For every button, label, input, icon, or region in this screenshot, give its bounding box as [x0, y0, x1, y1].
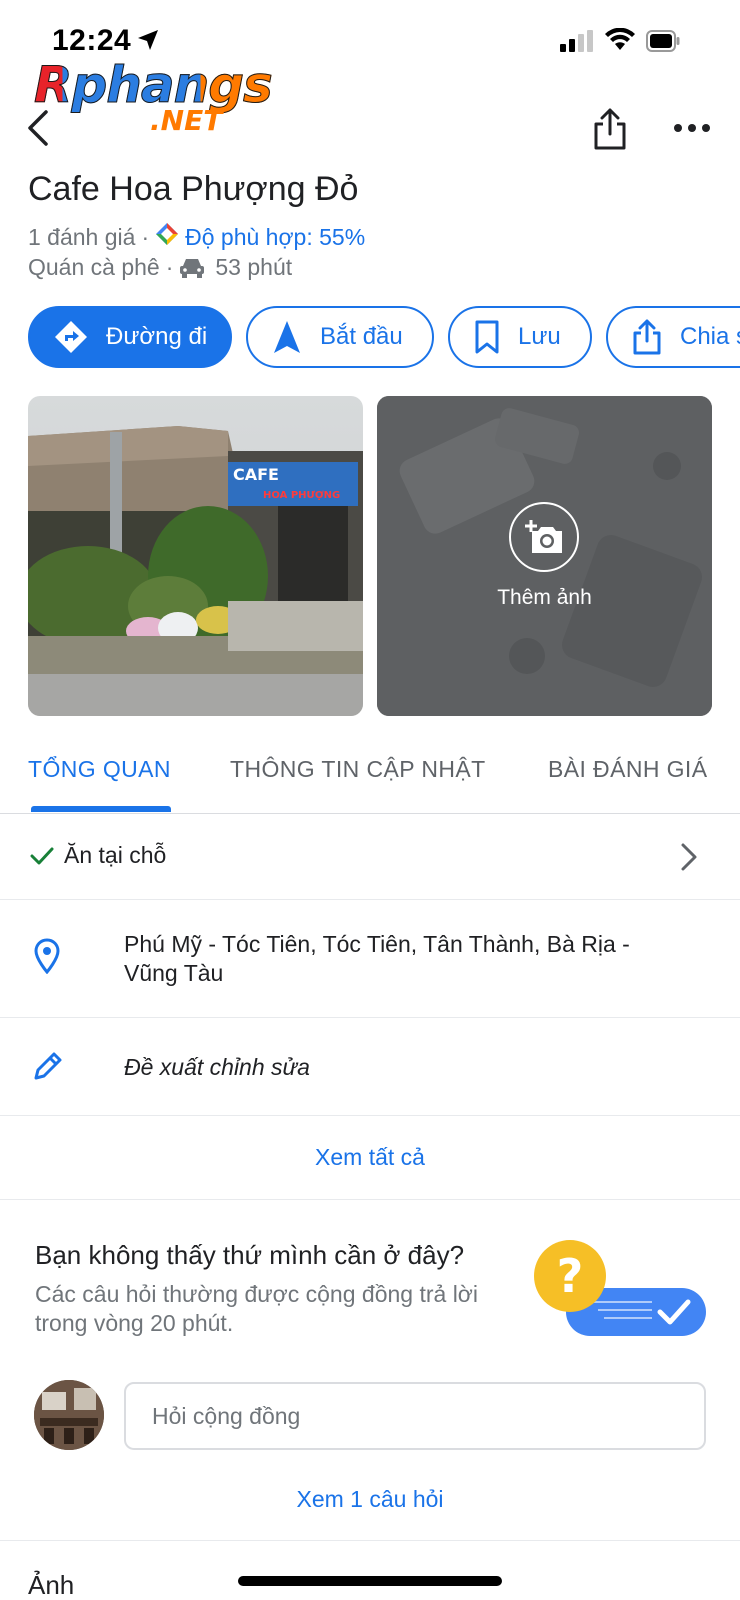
- share-button[interactable]: [592, 108, 628, 150]
- dine-in-label: Ăn tại chỗ: [64, 842, 167, 868]
- battery-icon: [646, 30, 680, 57]
- add-camera-icon: [525, 520, 562, 553]
- divider: [0, 1540, 740, 1541]
- address-row[interactable]: Phú Mỹ - Tóc Tiên, Tóc Tiên, Tân Thành, …: [0, 900, 740, 1018]
- review-count[interactable]: 1 đánh giá: [28, 224, 135, 251]
- back-button[interactable]: [22, 108, 58, 148]
- pencil-icon: [32, 1050, 64, 1087]
- action-chips: Đường đi Bắt đầu Lưu Chia sẻ: [28, 306, 740, 368]
- navigation-icon: [272, 320, 302, 354]
- directions-label: Đường đi: [106, 323, 208, 350]
- share-chip-button[interactable]: Chia sẻ: [606, 306, 740, 368]
- avatar: [34, 1380, 104, 1450]
- save-label: Lưu: [518, 323, 561, 350]
- separator: ·: [165, 254, 174, 280]
- sign-text: CAFE: [233, 465, 279, 484]
- add-photo-tile[interactable]: Thêm ảnh: [377, 396, 712, 716]
- sign-subtext: HOA PHƯỢNG: [263, 490, 340, 501]
- chevron-right-icon: [680, 842, 698, 877]
- cellular-signal-icon: [560, 30, 594, 57]
- home-indicator[interactable]: [238, 1576, 502, 1586]
- share-icon: [594, 108, 626, 150]
- suggest-edit-row[interactable]: Đề xuất chỉnh sửa: [0, 1018, 740, 1116]
- tab-updates[interactable]: THÔNG TIN CẬP NHẬT: [230, 756, 486, 783]
- check-icon: [30, 846, 54, 871]
- see-all-row: Xem tất cả: [0, 1116, 740, 1200]
- see-all-button[interactable]: Xem tất cả: [0, 1144, 740, 1171]
- svg-text:?: ?: [557, 1249, 584, 1303]
- ask-community-input[interactable]: [124, 1382, 706, 1450]
- place-photo[interactable]: CAFE HOA PHƯỢNG: [28, 396, 363, 716]
- directions-button[interactable]: Đường đi: [28, 306, 232, 368]
- tab-reviews[interactable]: BÀI ĐÁNH GIÁ: [548, 756, 707, 783]
- car-icon: [179, 257, 205, 279]
- share-label: Chia sẻ: [680, 323, 740, 350]
- save-button[interactable]: Lưu: [448, 306, 592, 368]
- drive-time: 53 phút: [215, 254, 293, 280]
- wifi-icon: [604, 27, 636, 57]
- place-title: Cafe Hoa Phượng Đỏ: [28, 170, 359, 208]
- view-questions-button[interactable]: Xem 1 câu hỏi: [0, 1486, 740, 1513]
- more-horiz-icon: [674, 124, 710, 132]
- qa-illustration-icon: ?: [532, 1240, 712, 1340]
- bookmark-icon: [474, 320, 500, 354]
- directions-icon: [54, 320, 88, 354]
- match-score[interactable]: Độ phù hợp: 55%: [185, 224, 365, 251]
- active-tab-indicator: [31, 806, 171, 812]
- watermark-suffix: .NET: [150, 104, 223, 137]
- watermark-logo: Rphangs .NET: [34, 56, 274, 140]
- qa-title: Bạn không thấy thứ mình cần ở đây?: [35, 1240, 465, 1270]
- place-category-line: Quán cà phê · 53 phút: [28, 254, 292, 281]
- tab-overview[interactable]: TỔNG QUAN: [28, 756, 171, 783]
- address-text: Phú Mỹ - Tóc Tiên, Tóc Tiên, Tân Thành, …: [124, 931, 630, 986]
- place-category: Quán cà phê: [28, 254, 160, 280]
- more-options-button[interactable]: [672, 118, 712, 138]
- place-rating-line: 1 đánh giá · Độ phù hợp: 55%: [28, 222, 365, 252]
- chevron-left-icon: [28, 110, 48, 146]
- share-icon: [632, 319, 662, 355]
- separator: ·: [141, 223, 150, 250]
- start-button[interactable]: Bắt đầu: [246, 306, 434, 368]
- tab-bar: TỔNG QUAN THÔNG TIN CẬP NHẬT BÀI ĐÁNH GI…: [0, 744, 740, 814]
- add-photo-button[interactable]: [509, 502, 579, 572]
- start-label: Bắt đầu: [320, 323, 403, 350]
- status-time: 12:24: [52, 24, 132, 57]
- photos-heading: Ảnh: [28, 1570, 75, 1600]
- dine-in-row[interactable]: Ăn tại chỗ: [0, 814, 740, 900]
- location-arrow-icon: [136, 28, 160, 57]
- qa-subtitle: Các câu hỏi thường được cộng đồng trả lờ…: [35, 1281, 478, 1336]
- match-diamond-icon: [155, 222, 179, 252]
- location-pin-icon: [34, 938, 60, 979]
- add-photo-label: Thêm ảnh: [497, 586, 592, 609]
- suggest-edit-label: Đề xuất chỉnh sửa: [124, 1054, 310, 1080]
